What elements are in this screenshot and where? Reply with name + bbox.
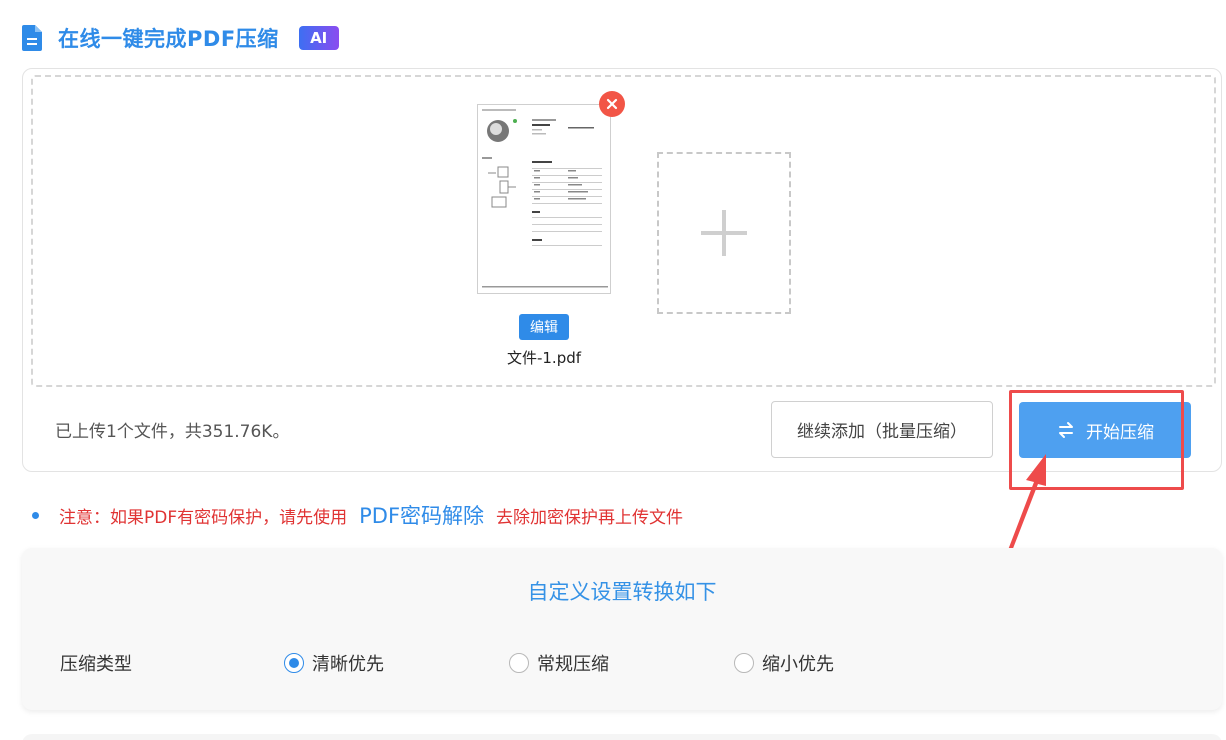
radio-checked-icon xyxy=(284,653,304,673)
edit-file-button[interactable]: 编辑 xyxy=(519,314,569,340)
radio-label: 常规压缩 xyxy=(537,654,609,675)
document-icon xyxy=(22,25,42,51)
bullet-dot xyxy=(32,511,39,519)
pdf-unlock-link[interactable]: PDF密码解除 xyxy=(359,500,484,530)
radio-size-first[interactable]: 缩小优先 xyxy=(734,650,834,676)
page-header: 在线一键完成PDF压缩 AI xyxy=(22,22,339,54)
settings-title: 自定义设置转换如下 xyxy=(527,580,717,604)
arrow-annotation xyxy=(1000,450,1060,559)
radio-unchecked-icon xyxy=(509,653,529,673)
radio-normal-compress[interactable]: 常规压缩 xyxy=(509,650,609,676)
pdf-preview xyxy=(477,104,611,294)
plus-icon xyxy=(701,210,747,256)
radio-unchecked-icon xyxy=(734,653,754,673)
settings-card: 自定义设置转换如下 压缩类型 清晰优先 常规压缩 缩小优先 xyxy=(22,548,1222,710)
next-section-edge xyxy=(22,734,1222,740)
notice-suffix: 去除加密保护再上传文件 xyxy=(496,507,684,528)
ai-badge: AI xyxy=(298,26,339,50)
close-icon xyxy=(606,98,618,110)
upload-status: 已上传1个文件，共351.76K。 xyxy=(55,422,290,442)
notice-prefix: 注意：如果PDF有密码保护，请先使用 xyxy=(59,507,348,528)
page-title: 在线一键完成PDF压缩 xyxy=(58,27,279,51)
continue-add-button[interactable]: 继续添加（批量压缩） xyxy=(771,401,993,458)
radio-label: 缩小优先 xyxy=(762,654,834,675)
password-notice: 注意：如果PDF有密码保护，请先使用 PDF密码解除 去除加密保护再上传文件 xyxy=(32,500,683,530)
remove-file-button[interactable] xyxy=(599,91,625,117)
file-name: 文件-1.pdf xyxy=(506,349,582,367)
file-drop-zone[interactable]: 编辑 文件-1.pdf xyxy=(31,75,1216,387)
add-file-button[interactable] xyxy=(657,152,791,314)
file-thumbnail[interactable] xyxy=(477,104,613,294)
compression-type-label: 压缩类型 xyxy=(60,654,132,675)
radio-clarity-first[interactable]: 清晰优先 xyxy=(284,650,384,676)
radio-label: 清晰优先 xyxy=(312,654,384,675)
